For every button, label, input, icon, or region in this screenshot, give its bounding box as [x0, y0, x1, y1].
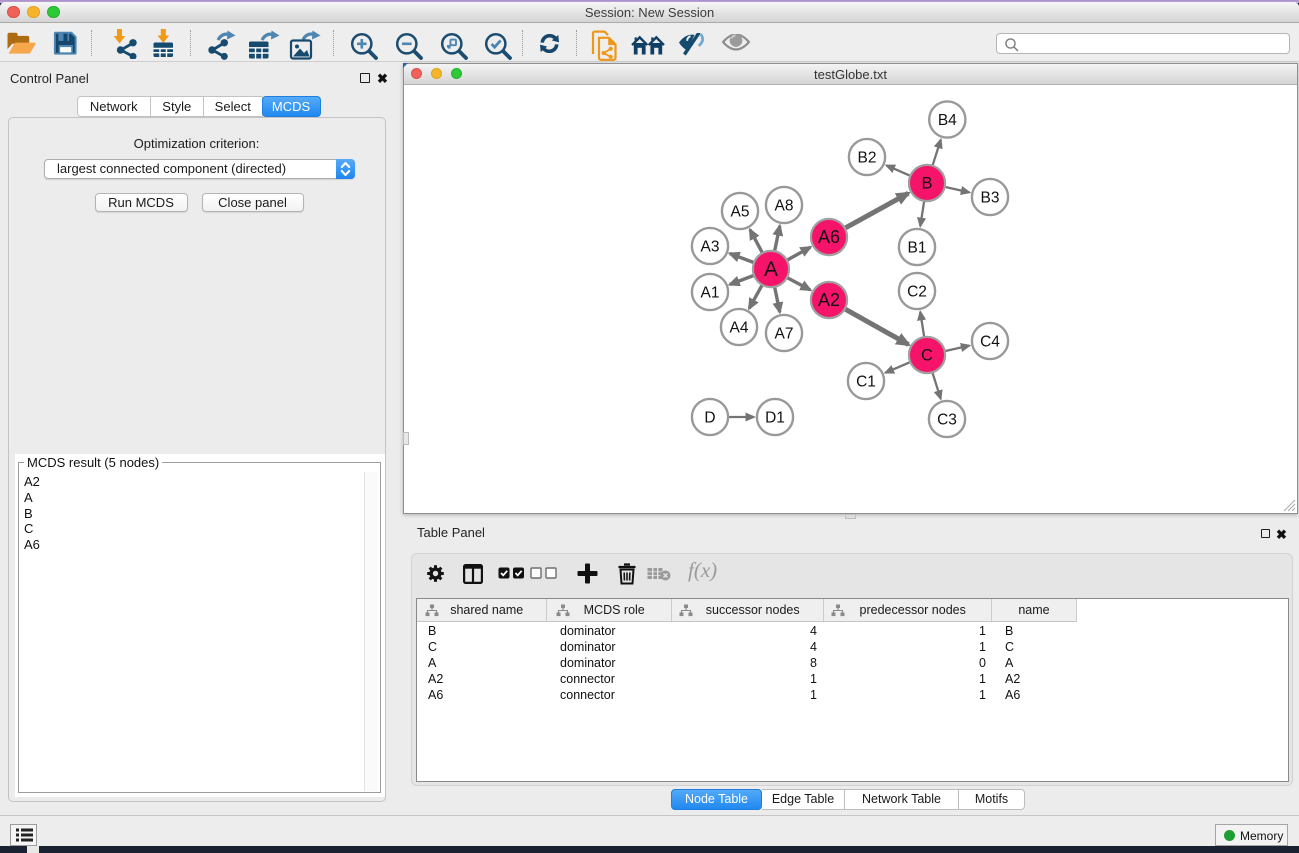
svg-text:C2: C2	[907, 283, 927, 300]
svg-text:C1: C1	[856, 373, 876, 390]
svg-text:C: C	[921, 347, 933, 365]
svg-text:B: B	[921, 175, 932, 193]
svg-text:C4: C4	[980, 333, 1000, 350]
svg-text:A4: A4	[730, 319, 749, 336]
svg-text:A2: A2	[818, 290, 840, 310]
svg-text:A7: A7	[775, 325, 794, 342]
svg-text:B1: B1	[908, 239, 927, 256]
svg-text:B3: B3	[981, 189, 1000, 206]
svg-text:A6: A6	[818, 227, 840, 247]
svg-text:C3: C3	[937, 411, 957, 428]
svg-text:D1: D1	[765, 409, 785, 426]
svg-text:A8: A8	[775, 197, 794, 214]
svg-text:A5: A5	[731, 203, 750, 220]
svg-text:D: D	[704, 409, 715, 426]
svg-text:B4: B4	[938, 112, 957, 129]
svg-text:A: A	[764, 258, 778, 281]
svg-text:A3: A3	[701, 238, 720, 255]
svg-text:A1: A1	[701, 284, 720, 301]
svg-text:B2: B2	[858, 149, 877, 166]
